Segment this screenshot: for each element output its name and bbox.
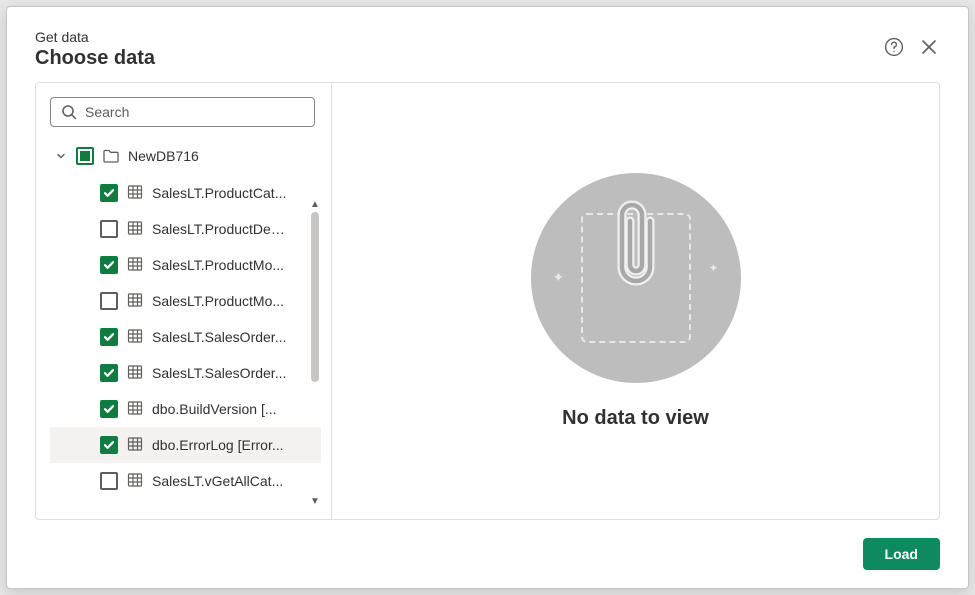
- table-checkbox[interactable]: [100, 292, 118, 310]
- table-checkbox[interactable]: [100, 364, 118, 382]
- table-icon: [126, 363, 144, 384]
- table-icon: [126, 255, 144, 276]
- table-item[interactable]: SalesLT.ProductMo...: [50, 283, 321, 319]
- table-checkbox[interactable]: [100, 472, 118, 490]
- load-button[interactable]: Load: [863, 538, 940, 570]
- close-button[interactable]: [918, 36, 940, 58]
- preview-pane: ✦ ✦ No data to view: [332, 83, 939, 519]
- table-icon: [126, 219, 144, 240]
- close-icon: [920, 38, 938, 56]
- table-icon: [126, 183, 144, 204]
- table-item[interactable]: SalesLT.SalesOrder...: [50, 355, 321, 391]
- chevron-down-icon: [55, 150, 67, 162]
- table-label: SalesLT.ProductDes...: [152, 221, 288, 237]
- help-icon: [884, 37, 904, 57]
- dialog-subtitle: Get data: [35, 29, 155, 45]
- table-item[interactable]: SalesLT.SalesOrder...: [50, 319, 321, 355]
- scrollbar[interactable]: ▲ ▼: [309, 199, 321, 507]
- table-item[interactable]: SalesLT.ProductDes...: [50, 211, 321, 247]
- table-icon: [126, 471, 144, 492]
- header-actions: [882, 35, 940, 59]
- dialog-titles: Get data Choose data: [35, 29, 155, 70]
- empty-state-graphic: ✦ ✦: [531, 173, 741, 383]
- search-box[interactable]: [50, 97, 315, 127]
- dialog-body: NewDB716 SalesLT.ProductCat...SalesLT.Pr…: [35, 82, 940, 520]
- table-list: SalesLT.ProductCat... SalesLT.ProductDes.…: [50, 175, 321, 499]
- table-checkbox[interactable]: [100, 220, 118, 238]
- table-label: SalesLT.SalesOrder...: [152, 329, 286, 345]
- sparkle-icon: ✦: [553, 269, 565, 286]
- table-label: SalesLT.SalesOrder...: [152, 365, 286, 381]
- sparkle-icon: ✦: [708, 261, 718, 275]
- table-item[interactable]: dbo.ErrorLog [Error...: [50, 427, 321, 463]
- table-item[interactable]: SalesLT.ProductMo...: [50, 247, 321, 283]
- table-label: SalesLT.ProductMo...: [152, 293, 284, 309]
- table-icon: [126, 291, 144, 312]
- paperclip-icon: [610, 195, 662, 295]
- table-icon: [126, 399, 144, 420]
- table-label: SalesLT.ProductMo...: [152, 257, 284, 273]
- database-name: NewDB716: [128, 148, 199, 164]
- search-input[interactable]: [85, 104, 304, 120]
- table-icon: [126, 327, 144, 348]
- table-label: dbo.ErrorLog [Error...: [152, 437, 284, 453]
- table-item[interactable]: SalesLT.vGetAllCat...: [50, 463, 321, 499]
- dialog-header: Get data Choose data: [7, 7, 968, 82]
- dialog-footer: Load: [7, 520, 968, 588]
- scroll-thumb[interactable]: [311, 212, 319, 382]
- table-checkbox[interactable]: [100, 184, 118, 202]
- table-label: SalesLT.ProductCat...: [152, 185, 286, 201]
- table-checkbox[interactable]: [100, 436, 118, 454]
- dialog-title: Choose data: [35, 47, 155, 70]
- table-item[interactable]: SalesLT.ProductCat...: [50, 175, 321, 211]
- empty-state-text: No data to view: [562, 407, 709, 430]
- object-tree: NewDB716 SalesLT.ProductCat...SalesLT.Pr…: [50, 143, 321, 513]
- choose-data-dialog: Get data Choose data: [6, 6, 969, 589]
- database-node[interactable]: NewDB716: [50, 143, 321, 169]
- table-checkbox[interactable]: [100, 328, 118, 346]
- table-label: dbo.BuildVersion [...: [152, 401, 277, 417]
- search-icon: [61, 104, 77, 120]
- table-label: SalesLT.vGetAllCat...: [152, 473, 283, 489]
- table-checkbox[interactable]: [100, 400, 118, 418]
- navigator-pane: NewDB716 SalesLT.ProductCat...SalesLT.Pr…: [36, 83, 332, 519]
- table-item[interactable]: dbo.BuildVersion [...: [50, 391, 321, 427]
- help-button[interactable]: [882, 35, 906, 59]
- expand-toggle[interactable]: [54, 150, 68, 162]
- scroll-up-icon[interactable]: ▲: [310, 199, 320, 210]
- table-checkbox[interactable]: [100, 256, 118, 274]
- database-checkbox[interactable]: [76, 147, 94, 165]
- scroll-down-icon[interactable]: ▼: [310, 496, 320, 507]
- table-icon: [126, 435, 144, 456]
- folder-icon: [102, 147, 120, 165]
